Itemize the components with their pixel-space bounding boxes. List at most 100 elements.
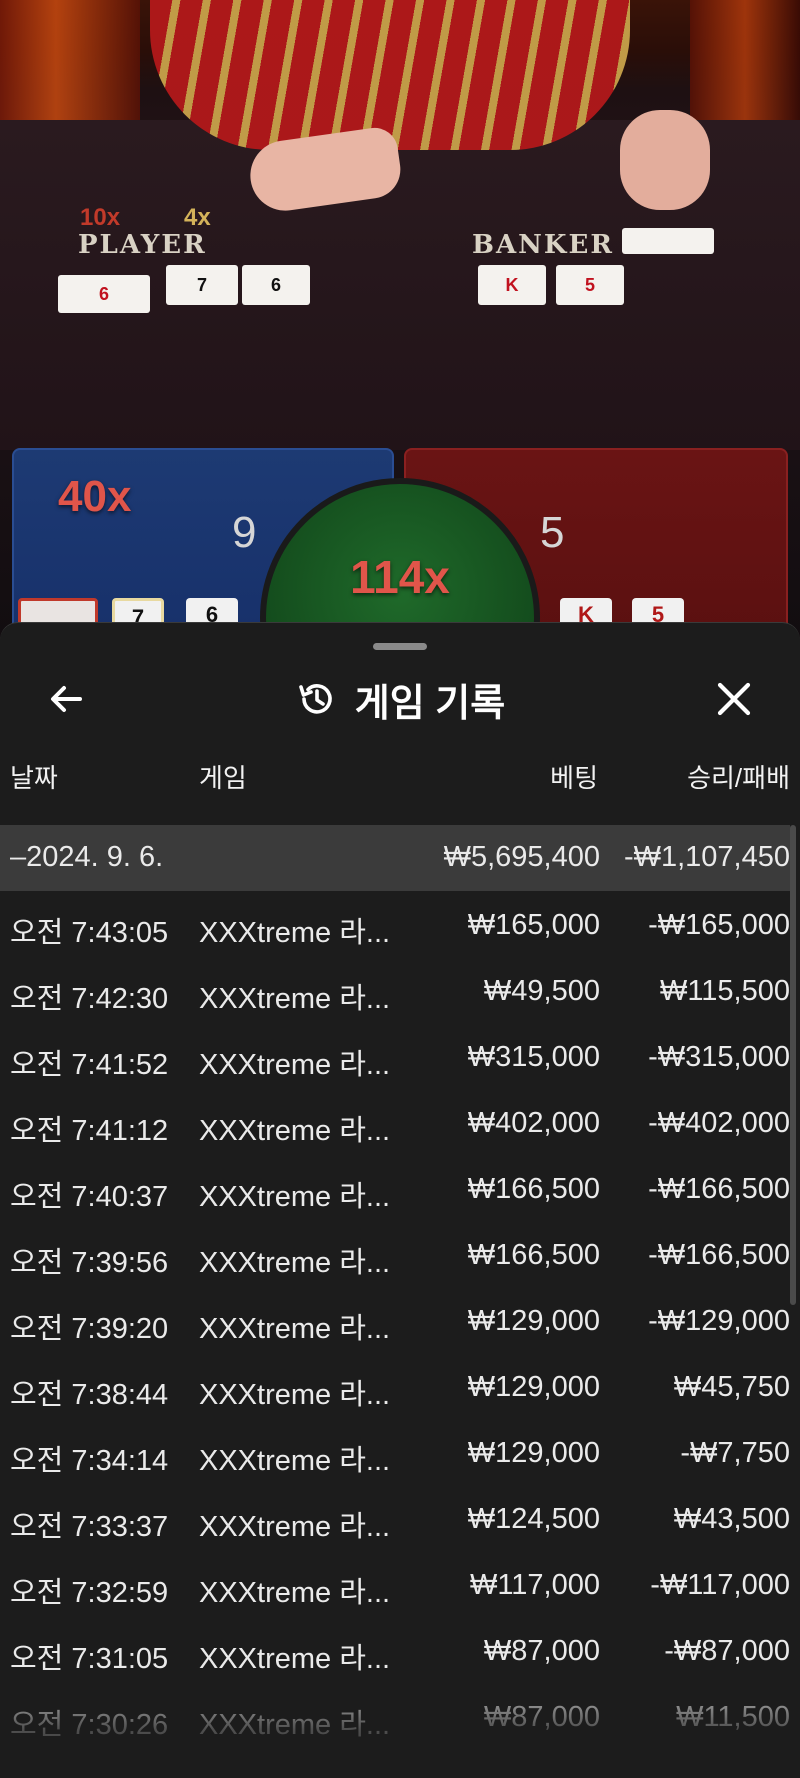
row-time: 오전 7:32:59 (10, 1577, 169, 1609)
banker-score: 5 (540, 508, 565, 557)
table-card-player-1: 6 (58, 275, 150, 313)
row-win-loss: ₩45,750 (673, 1371, 790, 1403)
player-multiplier-tag-2: 4x (184, 204, 211, 231)
table-row[interactable]: 오전 7:42:30 XXXtreme 라... ₩49,500 ₩115,500 (0, 959, 790, 1025)
row-time: 오전 7:41:12 (10, 1115, 169, 1147)
row-win-loss: -₩87,000 (664, 1635, 790, 1667)
row-bet: ₩129,000 (467, 1305, 600, 1337)
row-win-loss: ₩115,500 (659, 975, 790, 1007)
row-win-loss: -₩166,500 (648, 1239, 790, 1271)
row-win-loss: -₩166,500 (648, 1173, 790, 1205)
table-card-banker-1: K (478, 265, 546, 305)
table-row[interactable]: 오전 7:31:05 XXXtreme 라... ₩87,000 -₩87,000 (0, 1619, 790, 1685)
close-x-icon (717, 682, 751, 716)
row-time: 오전 7:40:37 (10, 1181, 169, 1213)
background-curtain-left (0, 0, 140, 120)
row-time: 오전 7:42:30 (10, 983, 169, 1015)
table-card-banker-3 (622, 228, 714, 254)
row-time: 오전 7:43:05 (10, 917, 169, 949)
row-game: XXXtreme 라... (199, 1577, 391, 1609)
date-group-date: –2024. 9. 6. (10, 841, 164, 873)
row-win-loss: -₩129,000 (648, 1305, 790, 1337)
player-score: 9 (232, 508, 257, 557)
table-card-player-2: 7 (166, 265, 238, 305)
row-bet: ₩166,500 (467, 1173, 600, 1205)
row-game: XXXtreme 라... (199, 917, 391, 949)
table-row[interactable]: 오전 7:32:59 XXXtreme 라... ₩117,000 -₩117,000 (0, 1553, 790, 1619)
column-header-bet: 베팅 (550, 763, 598, 793)
row-game: XXXtreme 라... (199, 983, 391, 1015)
table-label-player: PLAYER (78, 230, 207, 260)
row-bet: ₩87,000 (483, 1701, 600, 1733)
row-game: XXXtreme 라... (199, 1379, 391, 1411)
table-row[interactable]: 오전 7:41:52 XXXtreme 라... ₩315,000 -₩315,000 (0, 1025, 790, 1091)
table-row[interactable]: 오전 7:34:14 XXXtreme 라... ₩129,000 -₩7,750 (0, 1421, 790, 1487)
row-bet: ₩124,500 (467, 1503, 600, 1535)
row-win-loss: -₩165,000 (648, 909, 790, 941)
table-row[interactable]: 오전 7:38:44 XXXtreme 라... ₩129,000 ₩45,750 (0, 1355, 790, 1421)
tie-multiplier: 114x (350, 551, 450, 603)
row-win-loss: ₩11,500 (676, 1701, 790, 1733)
table-row[interactable]: 오전 7:43:05 XXXtreme 라... ₩165,000 -₩165,000 (0, 893, 790, 959)
row-time: 오전 7:33:37 (10, 1511, 169, 1543)
table-row[interactable]: 오전 7:30:26 XXXtreme 라... ₩87,000 ₩11,500 (0, 1685, 790, 1751)
column-header-win-loss: 승리/패배 (687, 763, 790, 793)
row-bet: ₩49,500 (483, 975, 600, 1007)
row-time: 오전 7:31:05 (10, 1643, 169, 1675)
table-row[interactable]: 오전 7:39:56 XXXtreme 라... ₩166,500 -₩166,500 (0, 1223, 790, 1289)
row-time: 오전 7:41:52 (10, 1049, 169, 1081)
row-win-loss: -₩7,750 (680, 1437, 790, 1469)
player-multiplier-tag: 10x (80, 204, 121, 231)
background-curtain-right (690, 0, 800, 120)
sheet-title: 게임 기록 (354, 682, 506, 725)
row-bet: ₩129,000 (467, 1371, 600, 1403)
row-time: 오전 7:39:20 (10, 1313, 169, 1345)
row-bet: ₩165,000 (467, 909, 600, 941)
sheet-drag-handle[interactable] (373, 643, 427, 650)
table-card-player-3: 6 (242, 265, 310, 305)
date-group-row[interactable]: –2024. 9. 6. ₩5,695,400 -₩1,107,450 (0, 825, 790, 891)
scrollbar[interactable] (790, 825, 796, 1305)
row-game: XXXtreme 라... (199, 1445, 391, 1477)
game-history-sheet: 게임 기록 날짜 게임 베팅 승리/패배 –2024. 9. 6. ₩5,695… (0, 622, 800, 1778)
row-win-loss: -₩117,000 (650, 1569, 790, 1601)
row-win-loss: -₩315,000 (648, 1041, 790, 1073)
column-header-game: 게임 (199, 763, 247, 793)
row-game: XXXtreme 라... (199, 1181, 391, 1213)
player-spot-multiplier: 40x (58, 472, 132, 521)
row-game: XXXtreme 라... (199, 1313, 391, 1345)
column-header-date: 날짜 (10, 763, 58, 793)
history-table: –2024. 9. 6. ₩5,695,400 -₩1,107,450 오전 7… (0, 825, 790, 1751)
row-time: 오전 7:30:26 (10, 1709, 169, 1741)
date-group-bet-total: ₩5,695,400 (443, 841, 600, 873)
row-win-loss: ₩43,500 (673, 1503, 790, 1535)
row-game: XXXtreme 라... (199, 1709, 391, 1741)
sheet-header: 게임 기록 (0, 671, 800, 727)
row-game: XXXtreme 라... (199, 1511, 391, 1543)
close-button[interactable] (706, 671, 762, 727)
row-game: XXXtreme 라... (199, 1247, 391, 1279)
table-label-banker: BANKER (472, 230, 614, 260)
table-row[interactable]: 오전 7:41:12 XXXtreme 라... ₩402,000 -₩402,000 (0, 1091, 790, 1157)
table-header: 날짜 게임 베팅 승리/패배 (0, 758, 800, 800)
table-card-banker-2: 5 (556, 265, 624, 305)
row-game: XXXtreme 라... (199, 1049, 391, 1081)
row-bet: ₩166,500 (467, 1239, 600, 1271)
row-time: 오전 7:38:44 (10, 1379, 169, 1411)
row-time: 오전 7:34:14 (10, 1445, 169, 1477)
row-win-loss: -₩402,000 (648, 1107, 790, 1139)
table-row[interactable]: 오전 7:40:37 XXXtreme 라... ₩166,500 -₩166,500 (0, 1157, 790, 1223)
row-bet: ₩129,000 (467, 1437, 600, 1469)
row-bet: ₩315,000 (467, 1041, 600, 1073)
table-row[interactable]: 오전 7:39:20 XXXtreme 라... ₩129,000 -₩129,000 (0, 1289, 790, 1355)
row-bet: ₩402,000 (467, 1107, 600, 1139)
row-time: 오전 7:39:56 (10, 1247, 169, 1279)
history-clock-icon (298, 684, 332, 714)
row-game: XXXtreme 라... (199, 1115, 391, 1147)
table-row[interactable]: 오전 7:33:37 XXXtreme 라... ₩124,500 ₩43,500 (0, 1487, 790, 1553)
date-group-win-loss-total: -₩1,107,450 (623, 841, 790, 873)
row-bet: ₩117,000 (469, 1569, 600, 1601)
row-bet: ₩87,000 (483, 1635, 600, 1667)
row-game: XXXtreme 라... (199, 1643, 391, 1675)
dealer-hand-right (620, 110, 710, 210)
